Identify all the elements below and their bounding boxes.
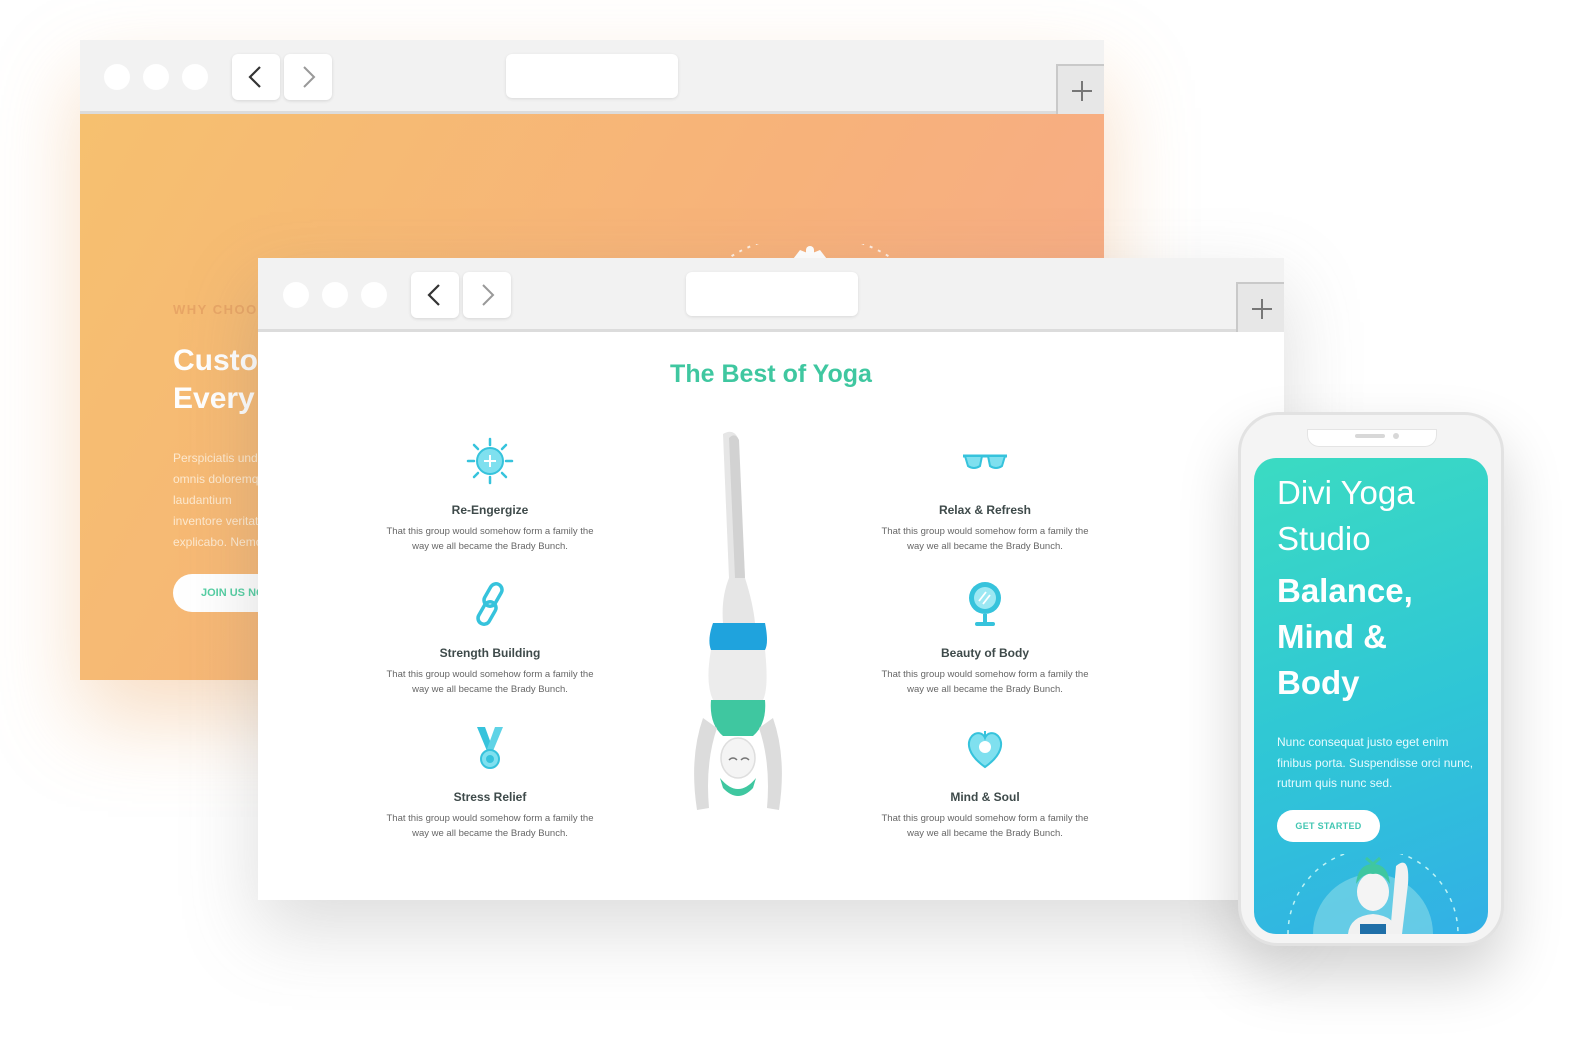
- mirror-icon: [969, 582, 1001, 626]
- feature-item: Relax & Refresh That this group would so…: [875, 436, 1095, 554]
- feature-description: That this group would somehow form a fam…: [881, 669, 1089, 695]
- feature-description: That this group would somehow form a fam…: [386, 526, 594, 552]
- hero-headline: Balance, Mind & Body: [1277, 572, 1413, 701]
- feature-title: Relax & Refresh: [938, 503, 1032, 517]
- new-tab-button[interactable]: [1056, 64, 1104, 114]
- address-bar[interactable]: [686, 272, 858, 316]
- feature-title: Mind & Soul: [950, 790, 1020, 804]
- back-button[interactable]: [232, 54, 280, 100]
- window-close-dot[interactable]: [104, 64, 130, 90]
- feature-title: Stress Relief: [453, 790, 527, 804]
- sun-icon: [466, 437, 514, 485]
- features-section: The Best of Yoga Re-Engergize That this …: [258, 332, 1284, 900]
- address-bar[interactable]: [506, 54, 678, 98]
- yoga-woman-illustration: [1287, 854, 1459, 934]
- site-heading: Divi Yoga Studio: [1277, 474, 1415, 557]
- chevron-right-icon: [303, 66, 316, 88]
- browser-toolbar: [80, 40, 1104, 114]
- chevron-left-icon: [248, 66, 261, 88]
- new-tab-button[interactable]: [1236, 282, 1284, 332]
- feature-description: That this group would somehow form a fam…: [386, 813, 594, 839]
- get-started-button[interactable]: GET STARTED: [1277, 810, 1380, 842]
- feature-description: That this group would somehow form a fam…: [881, 813, 1089, 839]
- forward-button[interactable]: [284, 54, 332, 100]
- back-button[interactable]: [411, 272, 459, 318]
- hero-paragraph: Nunc consequat justo eget enim finibus p…: [1277, 735, 1474, 790]
- feature-item: Mind & Soul That this group would someho…: [875, 723, 1095, 841]
- window-maximize-dot[interactable]: [361, 282, 387, 308]
- medal-icon: [477, 727, 503, 769]
- feature-item: Strength Building That this group would …: [380, 579, 600, 697]
- chevron-right-icon: [482, 284, 495, 306]
- feature-title: Re-Engergize: [451, 503, 529, 517]
- chain-link-icon: [476, 582, 504, 626]
- mobile-phone-mockup: Divi Yoga Studio Balance, Mind & Body Nu…: [1238, 412, 1504, 946]
- feature-description: That this group would somehow form a fam…: [386, 669, 594, 695]
- window-maximize-dot[interactable]: [182, 64, 208, 90]
- chevron-left-icon: [427, 284, 440, 306]
- window-minimize-dot[interactable]: [322, 282, 348, 308]
- sunglasses-icon: [963, 454, 1007, 469]
- feature-item: Re-Engergize That this group would someh…: [380, 436, 600, 554]
- window-close-dot[interactable]: [283, 282, 309, 308]
- feature-description: That this group would somehow form a fam…: [881, 526, 1089, 552]
- phone-screen: Divi Yoga Studio Balance, Mind & Body Nu…: [1254, 458, 1488, 934]
- speaker-grille: [1355, 434, 1385, 438]
- browser-toolbar: [258, 258, 1284, 332]
- hero-title: Custo Every: [173, 344, 258, 415]
- front-browser-window: The Best of Yoga Re-Engergize That this …: [258, 258, 1284, 900]
- feature-title: Beauty of Body: [940, 646, 1029, 660]
- window-minimize-dot[interactable]: [143, 64, 169, 90]
- feature-title: Strength Building: [439, 646, 541, 660]
- phone-notch: [1307, 429, 1437, 447]
- front-camera: [1393, 433, 1399, 439]
- feature-item: Stress Relief That this group would some…: [380, 723, 600, 841]
- feature-item: Beauty of Body That this group would som…: [875, 579, 1095, 697]
- headstand-yoga-illustration: [694, 431, 782, 810]
- section-title: The Best of Yoga: [670, 360, 872, 388]
- forward-button[interactable]: [463, 272, 511, 318]
- heart-icon: [967, 731, 1003, 769]
- plus-icon: [1072, 81, 1092, 101]
- plus-icon: [1252, 299, 1272, 319]
